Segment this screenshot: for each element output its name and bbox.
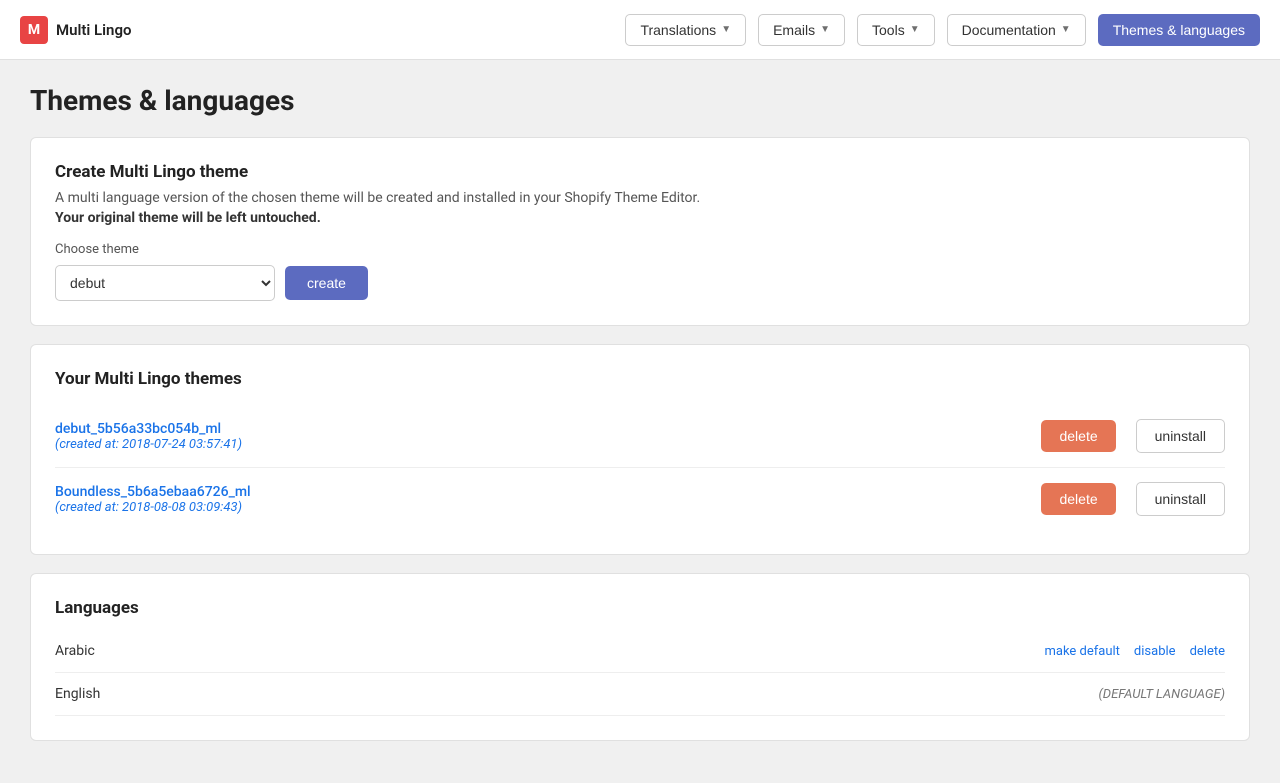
theme-link-2[interactable]: Boundless_5b6a5ebaa6726_ml bbox=[55, 484, 251, 500]
theme-select[interactable]: debut bbox=[55, 265, 275, 301]
brand-name: Multi Lingo bbox=[56, 21, 131, 39]
main-content: Themes & languages Create Multi Lingo th… bbox=[0, 60, 1280, 783]
theme-item: Boundless_5b6a5ebaa6726_ml (created at: … bbox=[55, 468, 1225, 530]
language-name-arabic: Arabic bbox=[55, 643, 1044, 659]
create-theme-title: Create Multi Lingo theme bbox=[55, 162, 1225, 182]
language-name-english: English bbox=[55, 686, 1098, 702]
delete-link-arabic[interactable]: delete bbox=[1190, 644, 1225, 659]
theme-link-1[interactable]: debut_5b56a33bc054b_ml bbox=[55, 421, 221, 437]
uninstall-button-1[interactable]: uninstall bbox=[1136, 419, 1225, 453]
chevron-down-icon: ▼ bbox=[820, 24, 830, 35]
navbar: M Multi Lingo Translations ▼ Emails ▼ To… bbox=[0, 0, 1280, 60]
uninstall-button-2[interactable]: uninstall bbox=[1136, 482, 1225, 516]
chevron-down-icon: ▼ bbox=[1061, 24, 1071, 35]
languages-title: Languages bbox=[55, 598, 1225, 618]
theme-row: debut create bbox=[55, 265, 1225, 301]
delete-button-1[interactable]: delete bbox=[1041, 420, 1115, 452]
nav-tools-label: Tools bbox=[872, 22, 905, 38]
nav-documentation[interactable]: Documentation ▼ bbox=[947, 14, 1086, 46]
nav-tools[interactable]: Tools ▼ bbox=[857, 14, 935, 46]
create-theme-card: Create Multi Lingo theme A multi languag… bbox=[30, 137, 1250, 326]
create-theme-desc2: Your original theme will be left untouch… bbox=[55, 210, 1225, 226]
language-item-arabic: Arabic make default disable delete bbox=[55, 630, 1225, 673]
themes-card-title: Your Multi Lingo themes bbox=[55, 369, 1225, 389]
language-item-english: English (DEFAULT LANGUAGE) bbox=[55, 673, 1225, 716]
disable-link-arabic[interactable]: disable bbox=[1134, 644, 1176, 659]
create-theme-desc1: A multi language version of the chosen t… bbox=[55, 190, 1225, 206]
theme-info-2: Boundless_5b6a5ebaa6726_ml (created at: … bbox=[55, 484, 1021, 515]
nav-emails-label: Emails bbox=[773, 22, 815, 38]
chevron-down-icon: ▼ bbox=[721, 24, 731, 35]
theme-date-1: (created at: 2018-07-24 03:57:41) bbox=[55, 437, 1021, 452]
theme-info-1: debut_5b56a33bc054b_ml (created at: 2018… bbox=[55, 421, 1021, 452]
create-button[interactable]: create bbox=[285, 266, 368, 300]
theme-item: debut_5b56a33bc054b_ml (created at: 2018… bbox=[55, 405, 1225, 468]
nav-themes-languages[interactable]: Themes & languages bbox=[1098, 14, 1260, 46]
languages-card: Languages Arabic make default disable de… bbox=[30, 573, 1250, 741]
nav-emails[interactable]: Emails ▼ bbox=[758, 14, 845, 46]
make-default-link-arabic[interactable]: make default bbox=[1044, 644, 1119, 659]
theme-date-2: (created at: 2018-08-08 03:09:43) bbox=[55, 500, 1021, 515]
brand-icon: M bbox=[20, 16, 48, 44]
nav-translations-label: Translations bbox=[640, 22, 716, 38]
nav-themes-languages-label: Themes & languages bbox=[1113, 22, 1245, 38]
brand: M Multi Lingo bbox=[20, 16, 131, 44]
delete-button-2[interactable]: delete bbox=[1041, 483, 1115, 515]
nav-documentation-label: Documentation bbox=[962, 22, 1056, 38]
themes-card: Your Multi Lingo themes debut_5b56a33bc0… bbox=[30, 344, 1250, 555]
page-title: Themes & languages bbox=[30, 84, 1250, 117]
choose-theme-label: Choose theme bbox=[55, 242, 1225, 257]
language-actions-arabic: make default disable delete bbox=[1044, 644, 1225, 659]
chevron-down-icon: ▼ bbox=[910, 24, 920, 35]
language-default-badge: (DEFAULT LANGUAGE) bbox=[1098, 687, 1225, 702]
nav-translations[interactable]: Translations ▼ bbox=[625, 14, 746, 46]
